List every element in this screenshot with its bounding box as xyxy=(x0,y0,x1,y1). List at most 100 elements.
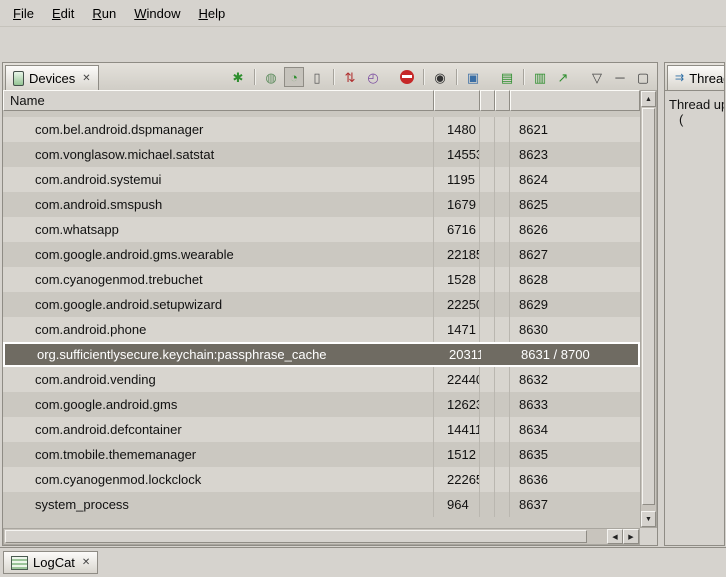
cell-name: com.cyanogenmod.lockclock xyxy=(3,467,434,492)
cell-c1 xyxy=(480,292,495,317)
table-row[interactable]: com.android.phone14718630 xyxy=(3,317,640,342)
vertical-scroll-thumb[interactable] xyxy=(642,108,655,505)
menu-run[interactable]: Run xyxy=(83,3,125,24)
table-row[interactable]: com.whatsapp67168626 xyxy=(3,217,640,242)
cell-c1 xyxy=(480,467,495,492)
cell-name: com.android.systemui xyxy=(3,167,434,192)
cell-pid: 1528 xyxy=(434,267,480,292)
method-profiling-icon[interactable]: ◴ xyxy=(363,67,383,87)
cell-port: 8627 xyxy=(510,242,640,267)
cell-c1 xyxy=(480,317,495,342)
cell-c2 xyxy=(495,267,510,292)
main-toolbar xyxy=(0,27,726,60)
threads-tab-row: ⇉ Threads xyxy=(665,63,724,91)
device-table: Name com.bel.android.dspmanager14808621c… xyxy=(3,90,657,545)
table-row[interactable]: com.google.android.setupwizard222508629 xyxy=(3,292,640,317)
vertical-scrollbar[interactable]: ▲ ▼ xyxy=(640,90,657,528)
threads-icon: ⇉ xyxy=(675,73,684,84)
cell-port: 8633 xyxy=(510,392,640,417)
tab-threads[interactable]: ⇉ Threads xyxy=(667,65,725,90)
toolbar-gap xyxy=(576,77,584,78)
cell-name: com.bel.android.dspmanager xyxy=(3,117,434,142)
cell-port: 8621 xyxy=(510,117,640,142)
cell-name: com.google.android.gms.wearable xyxy=(3,242,434,267)
scroll-up-icon[interactable]: ▲ xyxy=(641,91,656,107)
dump-hprof-icon[interactable]: ◔ xyxy=(284,67,304,87)
cell-name: system_process xyxy=(3,492,434,517)
cell-port: 8634 xyxy=(510,417,640,442)
cell-c1 xyxy=(480,492,495,517)
minimize-icon[interactable]: ─ xyxy=(610,67,630,87)
table-row[interactable]: com.android.vending224408632 xyxy=(3,367,640,392)
close-icon[interactable]: ✕ xyxy=(82,73,90,84)
device-icon xyxy=(13,71,24,86)
table-row[interactable]: com.vonglasow.michael.satstat145538623 xyxy=(3,142,640,167)
update-heap-icon[interactable]: ◍ xyxy=(261,67,281,87)
maximize-icon[interactable]: ▢ xyxy=(633,67,653,87)
cell-name: com.vonglasow.michael.satstat xyxy=(3,142,434,167)
cell-c1 xyxy=(480,442,495,467)
network-stats-icon[interactable]: ↗ xyxy=(553,67,573,87)
cell-name: com.google.android.gms xyxy=(3,392,434,417)
cell-port: 8629 xyxy=(510,292,640,317)
system-info-icon[interactable]: ▤ xyxy=(497,67,517,87)
horizontal-scrollbar[interactable]: ◀ ▶ xyxy=(3,528,640,545)
close-icon[interactable]: ✕ xyxy=(82,557,90,568)
cell-port: 8628 xyxy=(510,267,640,292)
screen-capture-icon[interactable]: ◉ xyxy=(430,67,450,87)
scroll-left-icon[interactable]: ◀ xyxy=(607,529,623,544)
column-header-name[interactable]: Name xyxy=(3,90,434,111)
cell-name: com.whatsapp xyxy=(3,217,434,242)
cell-c2 xyxy=(495,442,510,467)
column-header-c1[interactable] xyxy=(480,90,495,111)
table-row[interactable]: com.cyanogenmod.lockclock222658636 xyxy=(3,467,640,492)
column-header-pid[interactable] xyxy=(434,90,480,111)
tab-logcat[interactable]: LogCat ✕ xyxy=(3,551,98,574)
threads-panel: ⇉ Threads Thread up ( xyxy=(664,62,725,546)
menu-file[interactable]: File xyxy=(4,3,43,24)
table-row[interactable]: com.google.android.gms126238633 xyxy=(3,392,640,417)
stop-process-icon[interactable] xyxy=(397,67,417,87)
logcat-tab-label: LogCat xyxy=(33,555,75,570)
tab-devices[interactable]: Devices ✕ xyxy=(5,65,99,90)
cell-c2 xyxy=(497,344,512,365)
view-menu-icon[interactable]: ▽ xyxy=(587,67,607,87)
debug-process-icon[interactable]: ✱ xyxy=(228,67,248,87)
cell-name: com.tmobile.thememanager xyxy=(3,442,434,467)
table-row[interactable]: com.android.systemui11958624 xyxy=(3,167,640,192)
cause-gc-icon[interactable]: ▯ xyxy=(307,67,327,87)
menu-help[interactable]: Help xyxy=(189,3,234,24)
table-row[interactable]: com.google.android.gms.wearable221858627 xyxy=(3,242,640,267)
logcat-bar: LogCat ✕ xyxy=(0,547,726,577)
scroll-right-icon[interactable]: ▶ xyxy=(623,529,639,544)
stop-process-icon xyxy=(400,70,414,84)
cell-c1 xyxy=(480,267,495,292)
devices-tab-label: Devices xyxy=(29,71,75,86)
allocation-tracker-icon[interactable]: ▥ xyxy=(530,67,550,87)
update-threads-icon[interactable]: ⇅ xyxy=(340,67,360,87)
horizontal-scroll-thumb[interactable] xyxy=(5,530,587,543)
cell-port: 8635 xyxy=(510,442,640,467)
cell-c1 xyxy=(480,392,495,417)
toolbar-separator xyxy=(456,69,457,85)
main-area: Devices ✕ ✱ ◍◔▯ ⇅◴ ◉ ▣ ▤ ▥↗ ▽─▢ Name com.bel.an… xyxy=(0,60,726,548)
toolbar-gap xyxy=(486,77,494,78)
cell-c2 xyxy=(495,192,510,217)
screen-record-icon[interactable]: ▣ xyxy=(463,67,483,87)
scroll-down-icon[interactable]: ▼ xyxy=(641,511,656,527)
cell-c1 xyxy=(480,142,495,167)
table-row[interactable]: com.cyanogenmod.trebuchet15288628 xyxy=(3,267,640,292)
table-row[interactable]: com.android.defcontainer144118634 xyxy=(3,417,640,442)
table-row[interactable]: com.bel.android.dspmanager14808621 xyxy=(3,117,640,142)
cell-pid: 1195 xyxy=(434,167,480,192)
menu-edit[interactable]: Edit xyxy=(43,3,83,24)
column-header-port[interactable] xyxy=(510,90,640,111)
table-row[interactable]: org.sufficientlysecure.keychain:passphra… xyxy=(3,342,640,367)
column-header-c2[interactable] xyxy=(495,90,510,111)
cell-name: com.android.smspush xyxy=(3,192,434,217)
cell-port: 8636 xyxy=(510,467,640,492)
table-row[interactable]: com.tmobile.thememanager15128635 xyxy=(3,442,640,467)
table-row[interactable]: com.android.smspush16798625 xyxy=(3,192,640,217)
menu-window[interactable]: Window xyxy=(125,3,189,24)
table-row[interactable]: system_process9648637 xyxy=(3,492,640,517)
